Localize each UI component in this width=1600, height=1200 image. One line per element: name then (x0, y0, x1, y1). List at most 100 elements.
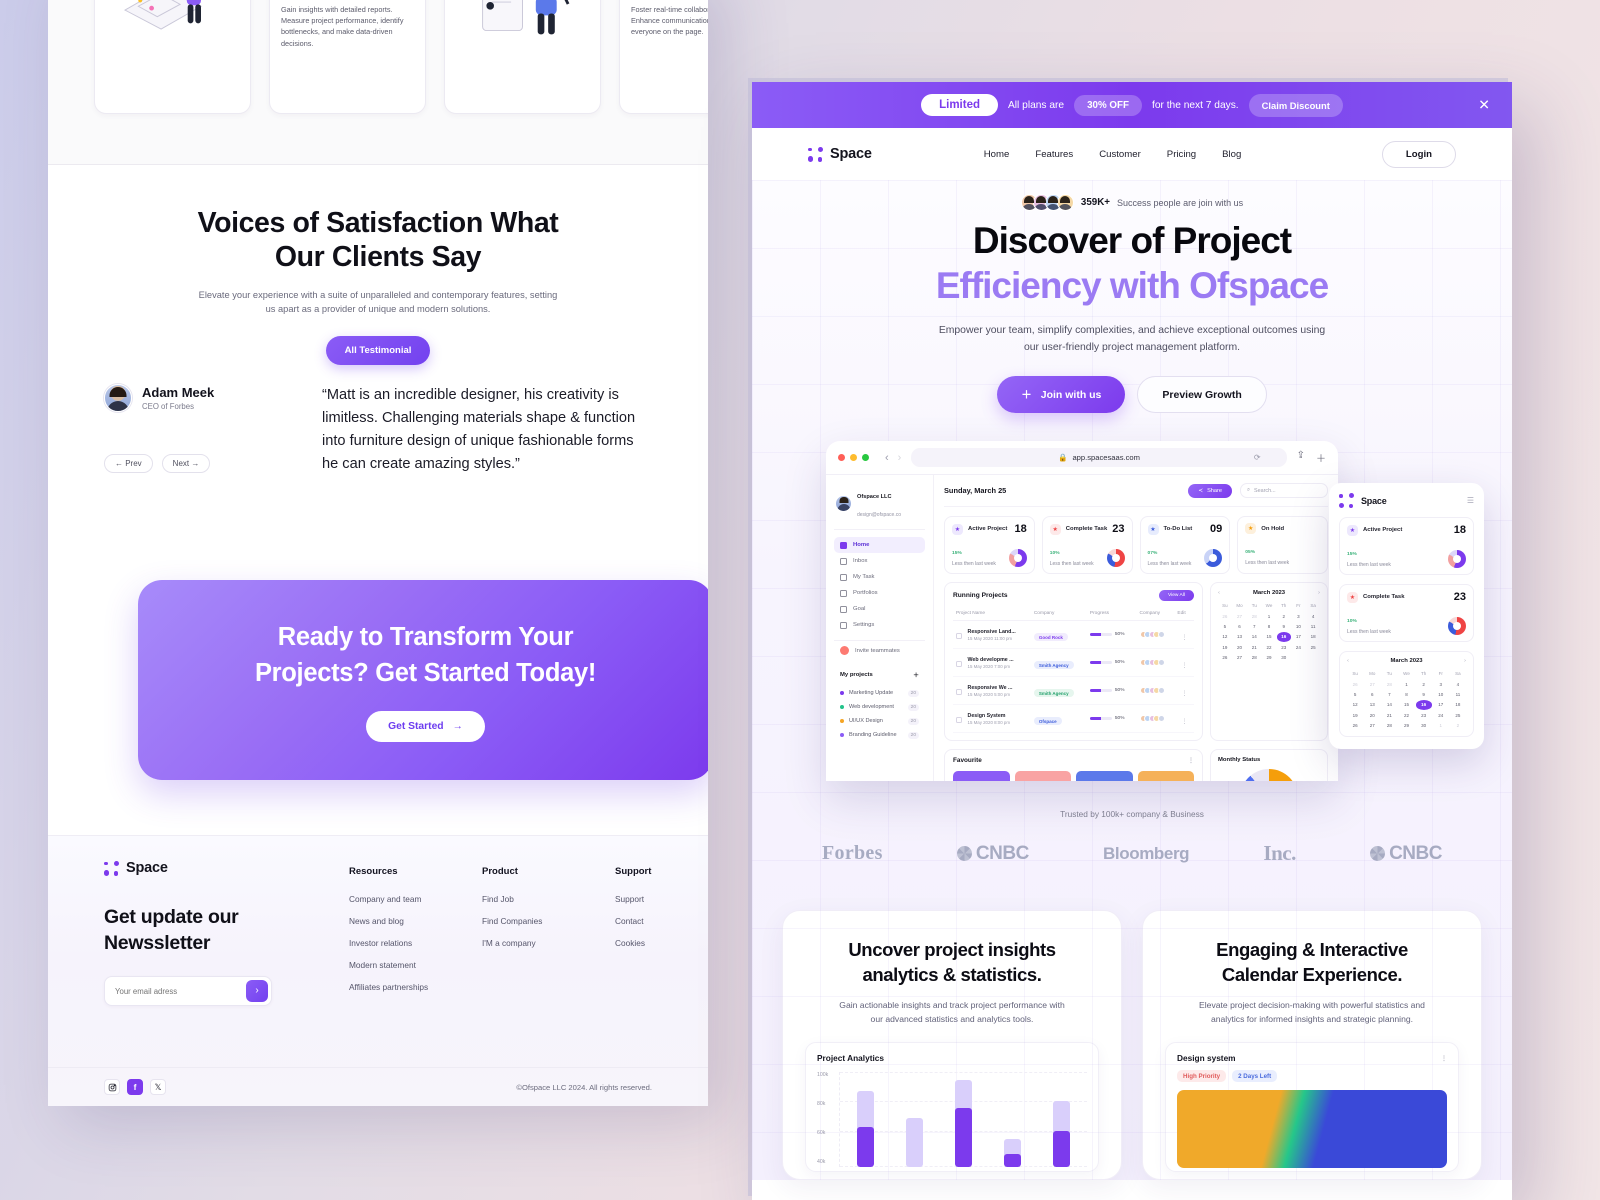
footer-link[interactable]: Investor relations (349, 938, 482, 948)
calendar-day[interactable]: 2 (1416, 679, 1432, 688)
share-button[interactable]: ≺ Share (1188, 483, 1232, 498)
stat-card[interactable]: ★ Complete Task 23 10% Less then last week (1041, 516, 1133, 574)
calendar-day[interactable]: 11 (1450, 690, 1466, 699)
nav-logo[interactable]: Space (808, 146, 872, 162)
calendar-day[interactable]: 4 (1450, 679, 1466, 688)
claim-discount-button[interactable]: Claim Discount (1248, 93, 1343, 117)
calendar-day[interactable]: 27 (1233, 611, 1247, 620)
calendar-day[interactable]: 29 (1398, 721, 1414, 730)
calendar-day[interactable]: 26 (1218, 611, 1232, 620)
calendar-day[interactable]: 7 (1381, 690, 1397, 699)
sidebar-item-goal[interactable]: Goal (834, 601, 925, 617)
calendar-day-selected[interactable]: 16 (1415, 700, 1432, 710)
kebab-menu-icon[interactable]: ⋮ (1181, 719, 1187, 725)
new-tab-icon[interactable]: ＋ (1316, 450, 1326, 465)
calendar-day[interactable]: 19 (1218, 643, 1232, 652)
footer-link[interactable]: Find Companies (482, 916, 615, 926)
calendar-day[interactable]: 23 (1277, 643, 1291, 652)
menu-icon[interactable]: ☰ (1467, 496, 1474, 505)
calendar-day[interactable]: 12 (1218, 632, 1232, 641)
calendar-day[interactable]: 21 (1247, 643, 1261, 652)
preview-growth-button[interactable]: Preview Growth (1137, 376, 1267, 413)
calendar-day[interactable]: 23 (1416, 711, 1432, 720)
calendar-day[interactable]: 22 (1262, 643, 1276, 652)
footer-link[interactable]: Find Job (482, 894, 615, 904)
stat-card[interactable]: ★ Active Project 18 15% Less then last week (944, 516, 1035, 574)
calendar-day[interactable]: 3 (1433, 679, 1449, 688)
share-icon[interactable]: ⇪ (1297, 450, 1305, 465)
footer-link[interactable]: Affiliates partnerships (349, 982, 482, 992)
calendar-day[interactable]: 4 (1306, 611, 1320, 620)
calendar-day[interactable]: 17 (1433, 700, 1449, 709)
back-icon[interactable]: ‹ (885, 452, 889, 464)
sidebar-item-portfolios[interactable]: Portfolios (834, 585, 925, 601)
stat-card[interactable]: ★ To-Do List 09 07% Less then last week (1139, 516, 1231, 574)
chevron-left-icon[interactable]: ‹ (1347, 658, 1349, 664)
calendar-day-selected[interactable]: 16 (1276, 632, 1291, 642)
calendar-day[interactable]: 12 (1347, 700, 1363, 709)
calendar-day[interactable]: 2 (1450, 721, 1466, 730)
calendar-day[interactable]: 17 (1292, 632, 1306, 641)
kebab-menu-icon[interactable]: ⋮ (1188, 757, 1194, 764)
footer-link[interactable]: I'M a company (482, 938, 615, 948)
calendar-day[interactable]: 25 (1306, 643, 1320, 652)
nav-link-blog[interactable]: Blog (1222, 149, 1241, 160)
footer-link[interactable]: Company and team (349, 894, 482, 904)
calendar-day[interactable]: 14 (1381, 700, 1397, 709)
calendar-day[interactable]: 25 (1450, 711, 1466, 720)
sidebar-item-my-task[interactable]: My Task (834, 569, 925, 585)
calendar-day[interactable]: 7 (1247, 622, 1261, 631)
login-button[interactable]: Login (1381, 140, 1456, 168)
favourite-tile[interactable] (1137, 771, 1194, 781)
project-list-item[interactable]: UI/UX Design 20 (834, 714, 925, 728)
favourite-tile[interactable] (1076, 771, 1133, 781)
newsletter-submit-button[interactable]: › (246, 980, 268, 1002)
row-checkbox[interactable] (956, 717, 962, 723)
calendar-day[interactable]: 10 (1433, 690, 1449, 699)
calendar-day[interactable]: 27 (1233, 653, 1247, 662)
close-icon[interactable]: ✕ (1478, 97, 1490, 114)
project-list-item[interactable]: Branding Guideline 20 (834, 728, 925, 742)
favourite-tile[interactable] (953, 771, 1010, 781)
calendar-day[interactable]: 28 (1381, 679, 1397, 688)
calendar-day[interactable]: 6 (1364, 690, 1380, 699)
calendar-day[interactable]: 22 (1398, 711, 1414, 720)
calendar-day[interactable]: 18 (1450, 700, 1466, 709)
calendar-day[interactable]: 15 (1398, 700, 1414, 709)
feature-card[interactable]: Effortlessly decompose projects into tas… (444, 0, 601, 114)
calendar-day[interactable]: 1 (1433, 721, 1449, 730)
kebab-menu-icon[interactable]: ⋮ (1181, 663, 1187, 669)
row-checkbox[interactable] (956, 633, 962, 639)
calendar-day[interactable]: 20 (1364, 711, 1380, 720)
kebab-menu-icon[interactable]: ⋮ (1181, 635, 1187, 641)
discount-badge[interactable]: 30% OFF (1074, 94, 1142, 116)
sidebar-item-inbox[interactable]: Inbox (834, 553, 925, 569)
table-row[interactable]: Responsive We ... 15 May 2020 5:00 pm Smi… (953, 676, 1194, 705)
float-logo[interactable]: Space (1339, 493, 1387, 508)
project-list-item[interactable]: Web development 20 (834, 700, 925, 714)
table-row[interactable]: Responsive Land... 15 May 2020 11:00 pm G… (953, 620, 1194, 649)
workspace-header[interactable]: Ofspace LLC design@ofspace.co (834, 483, 925, 530)
calendar-day[interactable]: 19 (1347, 711, 1363, 720)
stat-card[interactable]: ★ On Hold 05% Less then last week (1237, 516, 1328, 574)
row-checkbox[interactable] (956, 661, 962, 667)
sidebar-item-settings[interactable]: Settings (834, 617, 925, 633)
calendar-day[interactable]: 15 (1262, 632, 1276, 641)
calendar-day[interactable]: 9 (1416, 690, 1432, 699)
calendar-day[interactable]: 20 (1233, 643, 1247, 652)
x-twitter-icon[interactable]: 𝕏 (150, 1079, 166, 1095)
calendar-day[interactable]: 26 (1347, 679, 1363, 688)
kebab-menu-icon[interactable]: ⋮ (1181, 691, 1187, 697)
chevron-right-icon[interactable]: › (1464, 658, 1466, 664)
feature-card[interactable]: Collaboration Hub Foster real-time colla… (619, 0, 708, 114)
favourite-tile[interactable] (1014, 771, 1071, 781)
nav-link-features[interactable]: Features (1035, 149, 1073, 160)
footer-link[interactable]: Modern statement (349, 960, 482, 970)
calendar-day[interactable]: 30 (1416, 721, 1432, 730)
feature-card[interactable]: Advanced Reporting Gain insights with de… (269, 0, 426, 114)
chevron-right-icon[interactable]: › (1318, 590, 1320, 596)
calendar-day[interactable]: 8 (1398, 690, 1414, 699)
calendar-day[interactable]: 18 (1306, 632, 1320, 641)
calendar-day[interactable]: 5 (1347, 690, 1363, 699)
nav-link-pricing[interactable]: Pricing (1167, 149, 1196, 160)
